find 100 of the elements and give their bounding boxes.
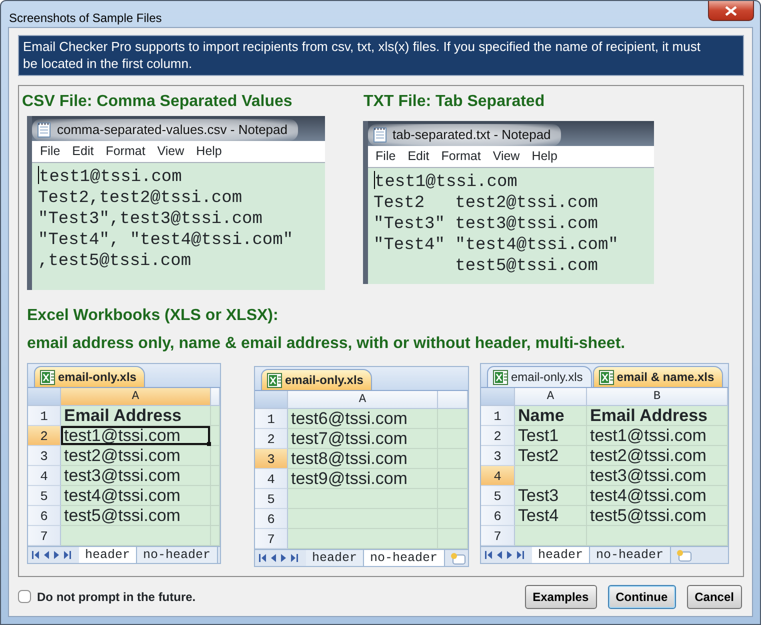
table-cell xyxy=(211,426,220,446)
sheet-tab[interactable]: header xyxy=(79,547,138,563)
row-header[interactable]: 5 xyxy=(255,489,288,509)
first-sheet-icon[interactable] xyxy=(32,551,39,559)
table-cell: test3@tssi.com xyxy=(587,466,728,486)
table-cell: test8@tssi.com xyxy=(288,449,438,469)
table-cell: test5@tssi.com xyxy=(61,506,211,526)
info-banner: Email Checker Pro supports to import recipients from csv, txt, xls(x) files. If you specified the name of recipient, it must be located in the first column. xyxy=(18,35,744,76)
notepad-icon xyxy=(372,126,388,143)
menu-item[interactable]: Help xyxy=(196,142,222,161)
row-header[interactable]: 3 xyxy=(28,446,61,466)
row-header[interactable]: 5 xyxy=(481,486,515,506)
table-cell: Name xyxy=(515,406,587,426)
text-line: Test2 test2@tssi.com xyxy=(374,193,598,214)
menu-item[interactable]: File xyxy=(376,147,396,166)
text-line: test1@tssi.com xyxy=(38,166,182,188)
row-header[interactable]: 7 xyxy=(481,526,515,546)
table-cell xyxy=(438,449,468,469)
menu-item[interactable]: Edit xyxy=(408,147,430,166)
row-header[interactable]: 2 xyxy=(28,426,61,446)
first-sheet-icon[interactable] xyxy=(485,551,492,559)
row-header[interactable]: 2 xyxy=(255,429,288,449)
next-sheet-icon[interactable] xyxy=(507,551,512,559)
column-header[interactable]: A xyxy=(515,388,587,406)
section-heading: CSV File: Comma Separated Values xyxy=(22,92,292,111)
row-header[interactable]: 4 xyxy=(255,469,288,489)
menu-item[interactable]: Format xyxy=(106,142,146,161)
menu-item[interactable]: Edit xyxy=(72,142,94,161)
dialog-button[interactable]: Examples xyxy=(524,584,597,608)
text-line: test5@tssi.com xyxy=(454,256,598,277)
table-cell: Test2 xyxy=(515,446,587,466)
column-header[interactable]: A xyxy=(288,391,438,409)
row-header[interactable]: 4 xyxy=(481,466,515,486)
sheet-tab[interactable]: no-header xyxy=(590,547,671,563)
table-cell xyxy=(211,446,220,466)
menu-item[interactable]: Format xyxy=(441,147,481,166)
row-header[interactable]: 4 xyxy=(28,466,61,486)
row-header[interactable]: 2 xyxy=(481,426,515,446)
sheet-tab[interactable]: header xyxy=(306,550,364,566)
row-header[interactable]: 7 xyxy=(28,526,61,546)
row-header[interactable]: 6 xyxy=(255,509,288,529)
previous-sheet-icon[interactable] xyxy=(44,551,49,559)
row-header[interactable]: 3 xyxy=(255,449,288,469)
table-cell xyxy=(211,466,220,486)
sheet-tab[interactable]: no-header xyxy=(137,547,218,563)
sheet-tab[interactable]: no-header xyxy=(364,550,445,566)
first-sheet-icon[interactable] xyxy=(259,554,266,562)
table-cell: test4@tssi.com xyxy=(587,486,728,506)
table-cell xyxy=(515,526,587,546)
menu-item[interactable]: View xyxy=(492,147,520,166)
table-cell: test1@tssi.com xyxy=(61,426,211,446)
column-header[interactable]: A xyxy=(61,388,211,406)
file-tab[interactable]: email-only.xls xyxy=(487,366,592,387)
checkbox[interactable] xyxy=(18,590,31,603)
text-line: "Test4", "test4@tssi.com" xyxy=(38,230,294,251)
menu-item[interactable]: File xyxy=(40,142,60,161)
next-sheet-icon[interactable] xyxy=(54,551,59,559)
previous-sheet-icon[interactable] xyxy=(271,554,276,562)
close-button[interactable] xyxy=(708,1,754,21)
menu-item[interactable]: Help xyxy=(532,147,558,166)
row-header[interactable]: 6 xyxy=(28,506,61,526)
sheet-tab[interactable]: header xyxy=(532,547,590,563)
row-header[interactable]: 5 xyxy=(28,486,61,506)
last-sheet-icon[interactable] xyxy=(291,554,298,562)
notepad-title: tab-separated.txt - Notepad xyxy=(392,126,551,144)
dialog-button[interactable]: Continue xyxy=(608,584,676,608)
row-header[interactable]: 1 xyxy=(255,409,288,429)
text-line: "Test4" "test4@tssi.com" xyxy=(374,235,618,256)
row-header[interactable]: 1 xyxy=(28,406,61,426)
table-cell xyxy=(211,506,220,526)
previous-sheet-icon[interactable] xyxy=(497,551,502,559)
column-header[interactable]: B xyxy=(587,388,728,406)
menu-item[interactable]: View xyxy=(157,142,184,161)
file-tab[interactable]: email-only.xls xyxy=(261,369,372,390)
dialog-button[interactable]: Cancel xyxy=(686,584,742,608)
table-cell: test6@tssi.com xyxy=(288,409,438,429)
row-header[interactable]: 7 xyxy=(255,529,288,549)
section-heading: email address only, name & email address, with or without header, multi-sheet. xyxy=(27,334,626,353)
table-cell: Test4 xyxy=(515,506,587,526)
table-cell: Test3 xyxy=(515,486,587,506)
last-sheet-icon[interactable] xyxy=(64,551,71,559)
table-cell: Email Address xyxy=(587,406,728,426)
row-header[interactable]: 1 xyxy=(481,406,515,426)
table-cell xyxy=(438,429,468,449)
next-sheet-icon[interactable] xyxy=(281,554,286,562)
table-cell: test1@tssi.com xyxy=(587,426,728,446)
table-cell: test5@tssi.com xyxy=(587,506,728,526)
row-header[interactable]: 6 xyxy=(481,506,515,526)
last-sheet-icon[interactable] xyxy=(517,551,524,559)
table-cell xyxy=(438,489,468,509)
table-cell xyxy=(211,486,220,506)
table-cell xyxy=(438,469,468,489)
file-tab[interactable]: email-only.xls xyxy=(34,366,146,387)
spreadsheet-icon xyxy=(493,370,508,384)
spreadsheet-icon xyxy=(40,370,55,384)
section-heading: Excel Workbooks (XLS or XLSX): xyxy=(27,306,278,325)
row-header[interactable]: 3 xyxy=(481,446,515,466)
file-tab[interactable]: email & name.xls xyxy=(592,366,724,387)
checkbox-label[interactable]: Do not prompt in the future. xyxy=(37,588,196,606)
table-cell xyxy=(438,409,468,429)
